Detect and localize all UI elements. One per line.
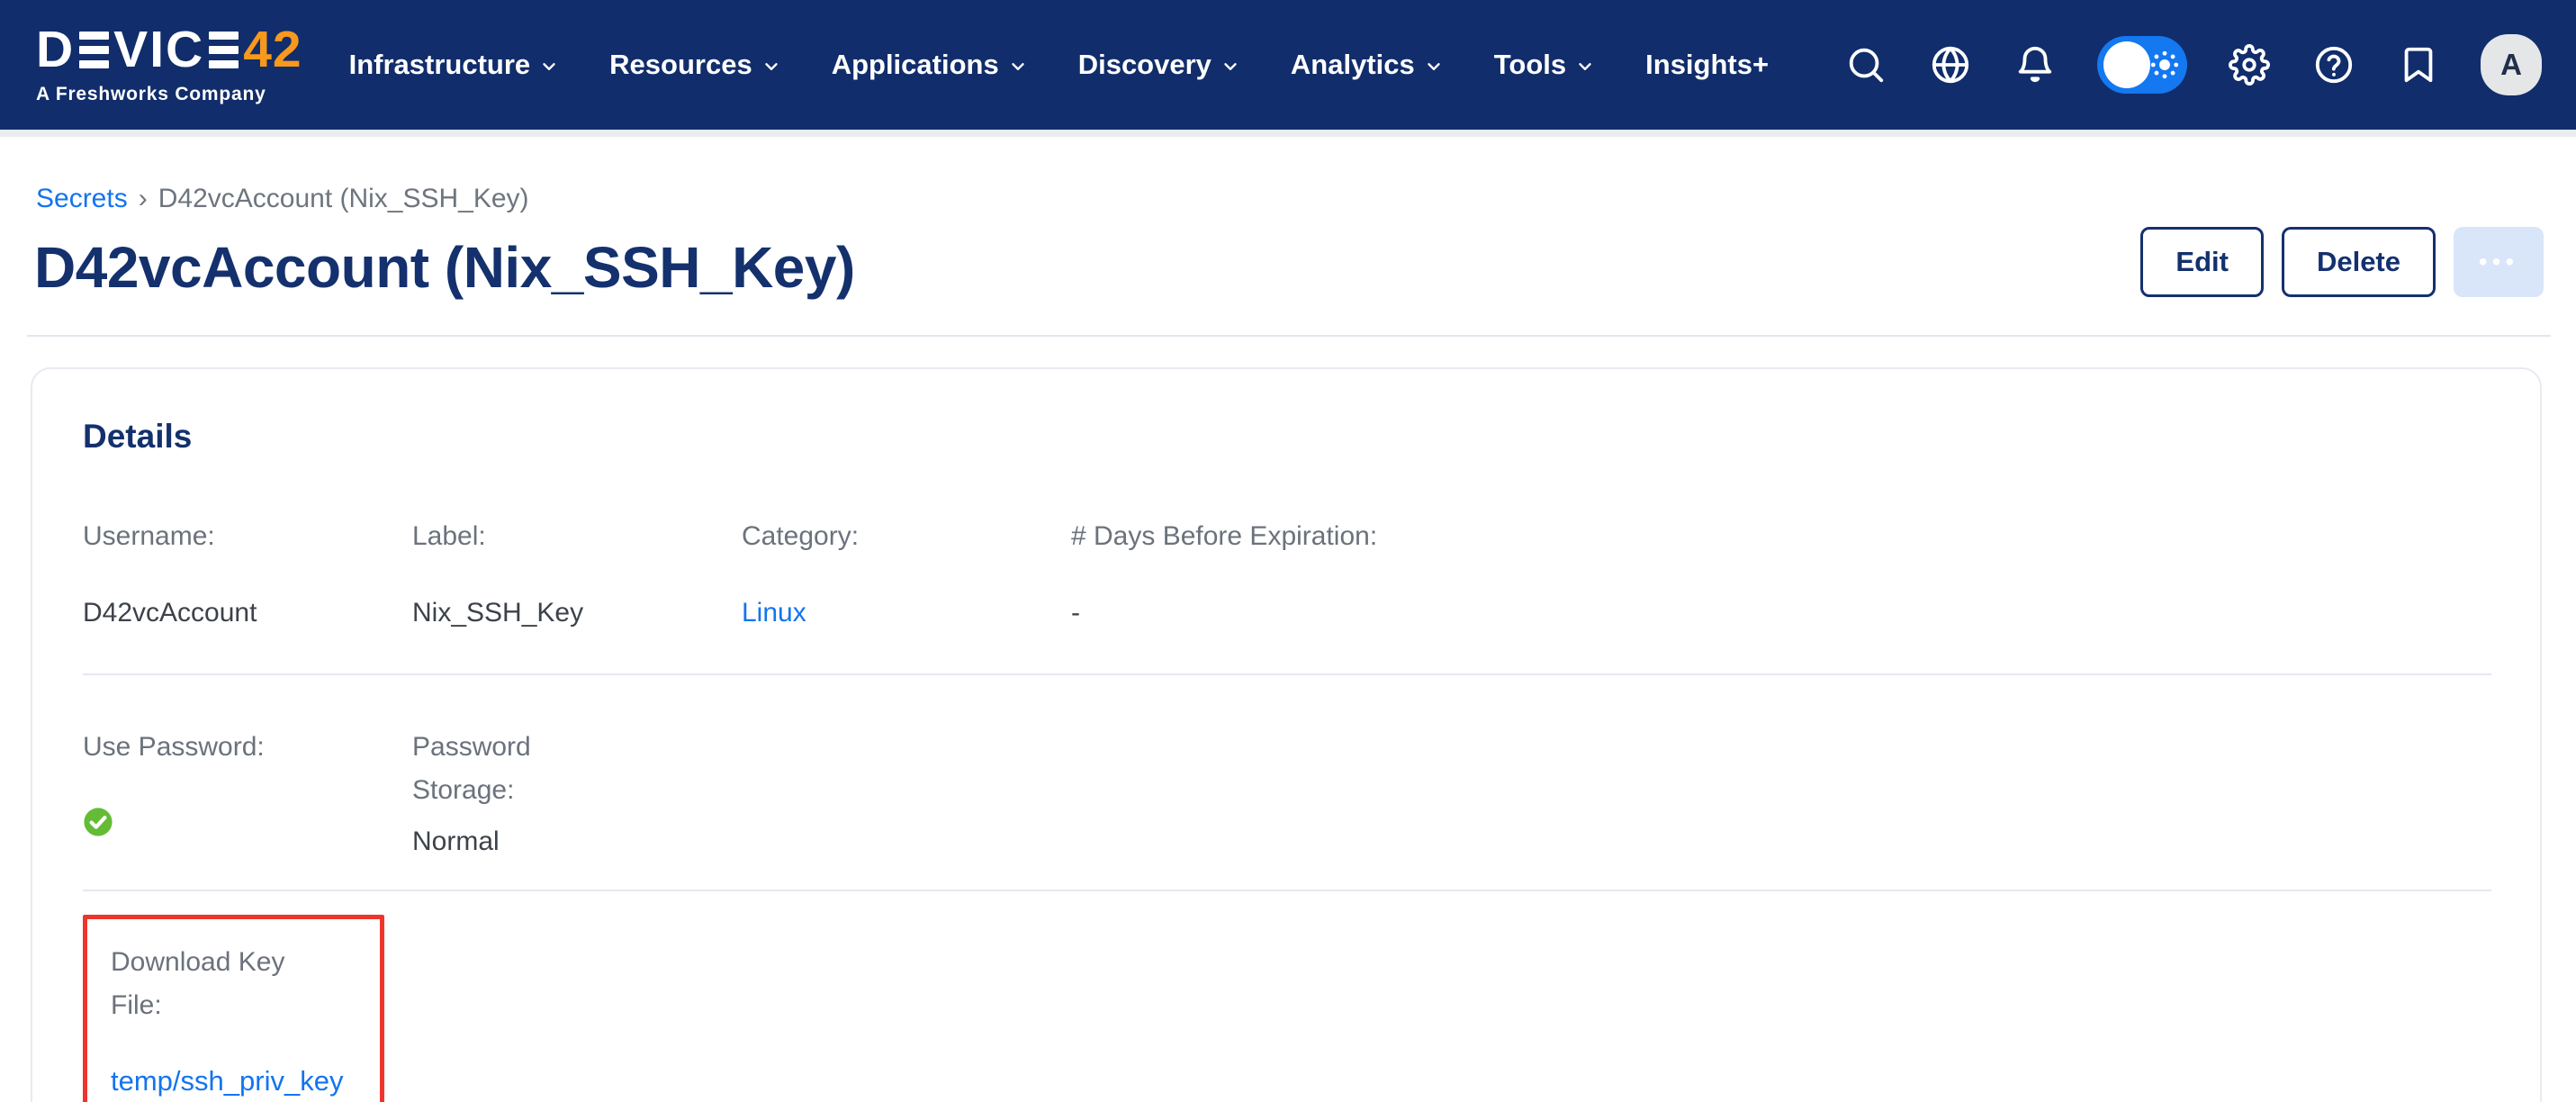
details-row-2: Use Password: Password Storage: Normal (83, 726, 2491, 857)
field-label: Use Password: (83, 726, 412, 769)
logo-tagline: A Freshworks Company (36, 84, 302, 105)
breadcrumb-separator: › (139, 184, 148, 214)
breadcrumb: Secrets › D42vcAccount (Nix_SSH_Key) (0, 137, 2576, 214)
details-card: Details Username: D42vcAccount Label: Ni… (31, 367, 2542, 1102)
nav-item-discovery[interactable]: Discovery (1078, 49, 1240, 81)
page-title: D42vcAccount (Nix_SSH_Key) (34, 234, 855, 301)
main-nav: Infrastructure Resources Applications Di… (349, 49, 1769, 81)
field-value: Nix_SSH_Key (412, 598, 742, 628)
field-username: Username: D42vcAccount (83, 515, 412, 628)
chevron-down-icon (761, 57, 781, 77)
field-days-before-expiration: # Days Before Expiration: - (1071, 515, 2491, 628)
settings-gear-icon[interactable] (2227, 42, 2272, 87)
nav-item-tools[interactable]: Tools (1494, 49, 1595, 81)
download-key-file-link[interactable]: temp/ssh_priv_key (111, 1065, 343, 1097)
nav-item-infrastructure[interactable]: Infrastructure (349, 49, 560, 81)
download-key-highlight-box: Download Key File: temp/ssh_priv_key (83, 915, 384, 1102)
logo-e-bars-icon (79, 32, 109, 68)
navbar-shadow-strip (0, 130, 2576, 137)
nav-label: Insights+ (1645, 49, 1769, 81)
check-circle-icon (83, 807, 113, 837)
chevron-down-icon (1220, 57, 1240, 77)
section-divider (83, 890, 2491, 891)
edit-button[interactable]: Edit (2140, 227, 2264, 297)
nav-item-insights[interactable]: Insights+ (1645, 49, 1769, 81)
theme-toggle[interactable] (2097, 36, 2187, 94)
logo-e-bars-icon (209, 32, 239, 68)
more-actions-button[interactable]: ••• (2454, 227, 2544, 297)
field-label: Username: (83, 515, 412, 558)
field-label: Password Storage: (412, 726, 592, 812)
chevron-down-icon (539, 57, 559, 77)
details-heading: Details (83, 418, 2491, 456)
field-label: Category: (742, 515, 1071, 558)
device42-app: D VIC 42 A Freshworks Company Infrastruc… (0, 0, 2576, 1102)
page-header: D42vcAccount (Nix_SSH_Key) Edit Delete •… (0, 214, 2576, 301)
nav-label: Analytics (1291, 49, 1415, 81)
chevron-down-icon (1424, 57, 1444, 77)
logo-letter-d: D (36, 24, 75, 76)
bookmark-icon[interactable] (2396, 42, 2441, 87)
nav-item-applications[interactable]: Applications (832, 49, 1028, 81)
nav-label: Applications (832, 49, 999, 81)
field-label: Label: (412, 515, 742, 558)
details-row-1: Username: D42vcAccount Label: Nix_SSH_Ke… (83, 515, 2491, 628)
field-value: Normal (412, 826, 742, 857)
device42-logo-mark: D VIC 42 (36, 24, 302, 76)
nav-label: Resources (609, 49, 752, 81)
nav-label: Tools (1494, 49, 1566, 81)
field-value: D42vcAccount (83, 598, 412, 628)
delete-button[interactable]: Delete (2282, 227, 2436, 297)
nav-item-analytics[interactable]: Analytics (1291, 49, 1444, 81)
help-icon[interactable] (2311, 42, 2356, 87)
breadcrumb-current: D42vcAccount (Nix_SSH_Key) (158, 184, 529, 214)
field-label: # Days Before Expiration: (1071, 515, 2491, 558)
nav-label: Discovery (1078, 49, 1211, 81)
field-use-password: Use Password: (83, 726, 412, 857)
field-value: - (1071, 598, 2491, 628)
field-label: Label: Nix_SSH_Key (412, 515, 742, 628)
device42-logo[interactable]: D VIC 42 A Freshworks Company (36, 24, 302, 105)
breadcrumb-link-secrets[interactable]: Secrets (36, 184, 128, 214)
nav-label: Infrastructure (349, 49, 531, 81)
logo-42: 42 (243, 24, 302, 76)
user-avatar[interactable]: A (2481, 34, 2542, 95)
field-label: Download Key File: (111, 941, 318, 1027)
page-actions: Edit Delete ••• (2140, 227, 2544, 301)
navbar-icon-group: A (1843, 34, 2542, 95)
chevron-down-icon (1008, 57, 1028, 77)
title-divider (27, 335, 2551, 337)
chevron-down-icon (1575, 57, 1595, 77)
notifications-bell-icon[interactable] (2013, 42, 2058, 87)
section-divider (83, 673, 2491, 675)
logo-letters-vic: VIC (113, 24, 204, 76)
toggle-knob (2103, 41, 2150, 88)
field-password-storage: Password Storage: Normal (412, 726, 742, 857)
sun-icon (2149, 50, 2180, 80)
globe-icon[interactable] (1928, 42, 1973, 87)
nav-item-resources[interactable]: Resources (609, 49, 781, 81)
category-link[interactable]: Linux (742, 598, 806, 628)
avatar-initial: A (2500, 48, 2522, 82)
field-category: Category: Linux (742, 515, 1071, 628)
search-icon[interactable] (1843, 42, 1888, 87)
top-navbar: D VIC 42 A Freshworks Company Infrastruc… (0, 0, 2576, 130)
